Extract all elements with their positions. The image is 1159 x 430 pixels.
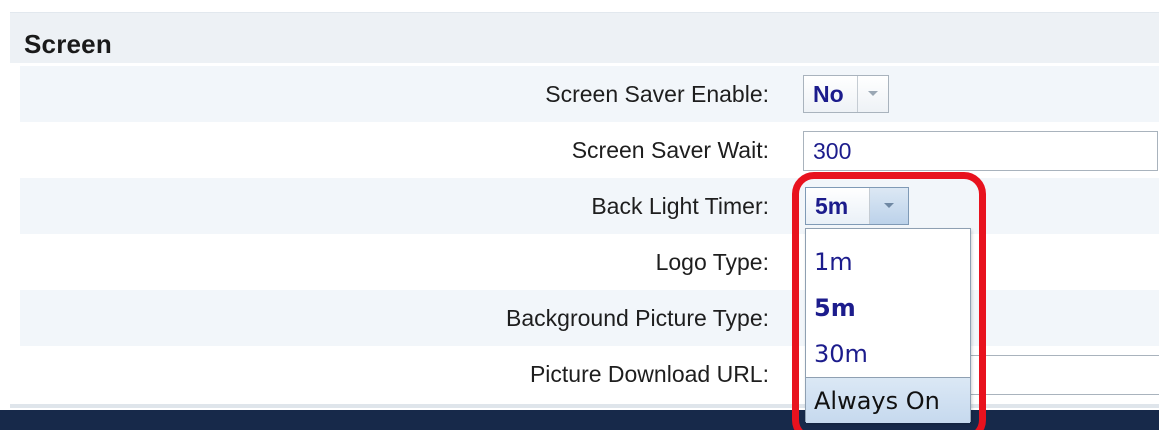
- top-spacer: [0, 0, 1159, 10]
- dropdown-option-5m[interactable]: 5m: [806, 285, 970, 331]
- back-light-timer-label: Back Light Timer:: [591, 192, 769, 219]
- footer-bar: [0, 410, 1159, 430]
- logo-type-label: Logo Type:: [655, 248, 769, 275]
- screen-settings-page: Screen Screen Saver Enable: No Screen Sa…: [0, 0, 1159, 430]
- screen-saver-enable-label: Screen Saver Enable:: [545, 80, 769, 107]
- section-title: Screen: [24, 29, 112, 59]
- divider: [10, 404, 1159, 408]
- screen-saver-wait-input[interactable]: 300: [803, 131, 1158, 171]
- dropdown-option-30m[interactable]: 30m: [806, 331, 970, 377]
- row-back-light-timer: Back Light Timer:: [20, 178, 1159, 234]
- chevron-down-icon[interactable]: [869, 188, 908, 224]
- back-light-timer-dropdown-list: 1m 5m 30m Always On: [805, 228, 971, 423]
- section-header: Screen: [10, 12, 1159, 63]
- dropdown-option-1m[interactable]: 1m: [806, 239, 970, 285]
- chevron-down-icon[interactable]: [857, 76, 888, 112]
- background-picture-type-label: Background Picture Type:: [506, 304, 769, 331]
- picture-download-url-input[interactable]: [968, 355, 1159, 395]
- screen-saver-wait-label: Screen Saver Wait:: [571, 136, 769, 163]
- row-logo-type: Logo Type:: [20, 234, 1159, 290]
- screen-saver-enable-select[interactable]: No: [803, 75, 889, 113]
- back-light-timer-value: 5m: [815, 192, 849, 219]
- row-background-picture-type: Background Picture Type:: [20, 290, 1159, 346]
- row-screen-saver-enable: Screen Saver Enable:: [20, 66, 1159, 122]
- picture-download-url-label: Picture Download URL:: [529, 360, 769, 387]
- back-light-timer-select[interactable]: 5m: [805, 187, 909, 225]
- screen-saver-enable-value: No: [813, 80, 844, 107]
- dropdown-option-always-on[interactable]: Always On: [806, 377, 970, 423]
